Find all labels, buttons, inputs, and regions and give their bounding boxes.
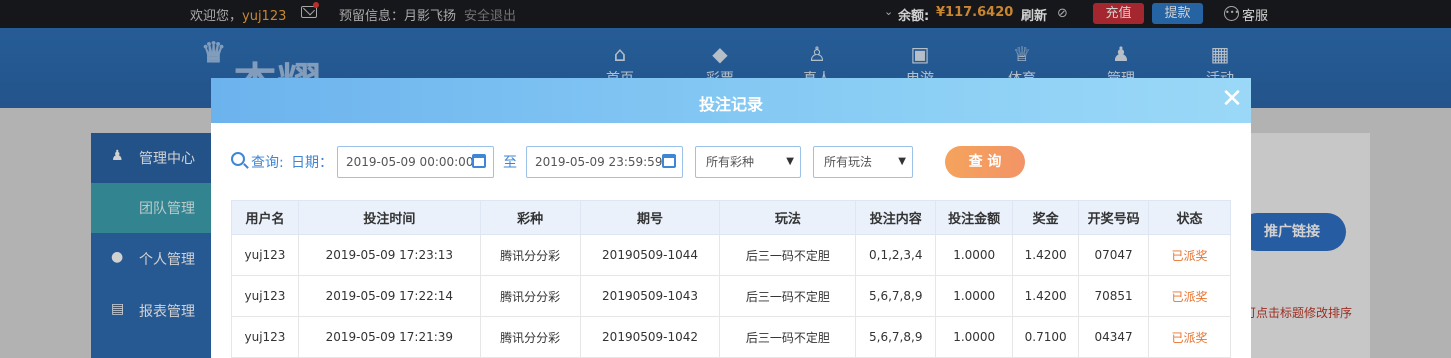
lottery-select-value: 所有彩种 [706,155,755,169]
table-cell: 0.7100 [1012,316,1080,358]
table-cell: 1.0000 [935,234,1014,276]
table-cell: 0,1,2,3,4 [855,234,937,276]
play-select-value: 所有玩法 [824,155,873,169]
table-row[interactable]: yuj123 2019-05-09 17:23:13 腾讯分分彩 20190509-1… [231,234,1231,276]
table-cell: 腾讯分分彩 [479,275,581,317]
column-header[interactable]: 状态 [1148,200,1231,235]
filter-bar: 查询: 日期： 2019-05-09 00:00:00 至 2019-05-09… [231,146,1231,178]
column-header[interactable]: 奖金 [1012,200,1080,235]
column-header[interactable]: 开奖号码 [1078,200,1150,235]
table-cell: 2019-05-09 17:21:39 [297,316,481,358]
calendar-icon[interactable] [662,154,676,168]
query-label: 查询: [251,155,284,171]
lottery-select[interactable]: 所有彩种 ▼ [695,146,801,178]
table-cell: 2019-05-09 17:22:14 [297,275,481,317]
table-cell: 70851 [1078,275,1150,317]
chevron-down-icon: ▼ [786,156,794,167]
table-cell: 后三一码不定胆 [719,275,857,317]
table-cell: 04347 [1078,316,1150,358]
table-cell: 1.4200 [1012,234,1080,276]
table-cell: 20190509-1042 [579,316,721,358]
date-to-input[interactable]: 2019-05-09 23:59:59 [526,146,683,178]
status-cell: 已派奖 [1148,275,1231,317]
table-cell: 20190509-1043 [579,275,721,317]
to-label: 至 [503,155,517,171]
table-cell: 5,6,7,8,9 [855,316,937,358]
search-icon [231,152,245,166]
table-header-row: 用户名 投注时间 彩种 期号 玩法 投注内容 投注金额 奖金 开奖号码 状态 [231,200,1231,235]
table-cell: 腾讯分分彩 [479,316,581,358]
column-header[interactable]: 期号 [579,200,721,235]
close-icon[interactable]: ✕ [1217,84,1247,114]
table-cell: 1.4200 [1012,275,1080,317]
column-header[interactable]: 投注时间 [297,200,481,235]
table-row[interactable]: yuj123 2019-05-09 17:21:39 腾讯分分彩 20190509-1… [231,316,1231,358]
column-header[interactable]: 投注内容 [855,200,937,235]
table-cell: yuj123 [231,275,299,317]
table-cell: 腾讯分分彩 [479,234,581,276]
calendar-icon[interactable] [472,154,486,168]
table-cell: yuj123 [231,234,299,276]
status-cell: 已派奖 [1148,316,1231,358]
modal-title: 投注记录 [698,95,763,114]
table-cell: 2019-05-09 17:23:13 [297,234,481,276]
chevron-down-icon: ▼ [898,156,906,167]
status-cell: 已派奖 [1148,234,1231,276]
bet-records-modal: 投注记录 ✕ 查询: 日期： 2019-05-09 00:00:00 至 201… [211,78,1251,358]
table-cell: 07047 [1078,234,1150,276]
bet-records-table: 用户名 投注时间 彩种 期号 玩法 投注内容 投注金额 奖金 开奖号码 状态 yuj123 2019… [231,200,1231,358]
column-header[interactable]: 玩法 [719,200,857,235]
table-cell: 5,6,7,8,9 [855,275,937,317]
table-cell: 20190509-1044 [579,234,721,276]
table-cell: 1.0000 [935,316,1014,358]
table-cell: 1.0000 [935,275,1014,317]
table-cell: 后三一码不定胆 [719,234,857,276]
date-label: 日期： [291,155,333,171]
query-button[interactable]: 查 询 [945,146,1025,178]
modal-header: 投注记录 ✕ [211,78,1251,123]
table-cell: yuj123 [231,316,299,358]
column-header[interactable]: 用户名 [231,200,299,235]
table-cell: 后三一码不定胆 [719,316,857,358]
date-from-input[interactable]: 2019-05-09 00:00:00 [337,146,494,178]
table-row[interactable]: yuj123 2019-05-09 17:22:14 腾讯分分彩 20190509-1… [231,275,1231,317]
column-header[interactable]: 彩种 [479,200,581,235]
column-header[interactable]: 投注金额 [935,200,1014,235]
play-select[interactable]: 所有玩法 ▼ [813,146,913,178]
